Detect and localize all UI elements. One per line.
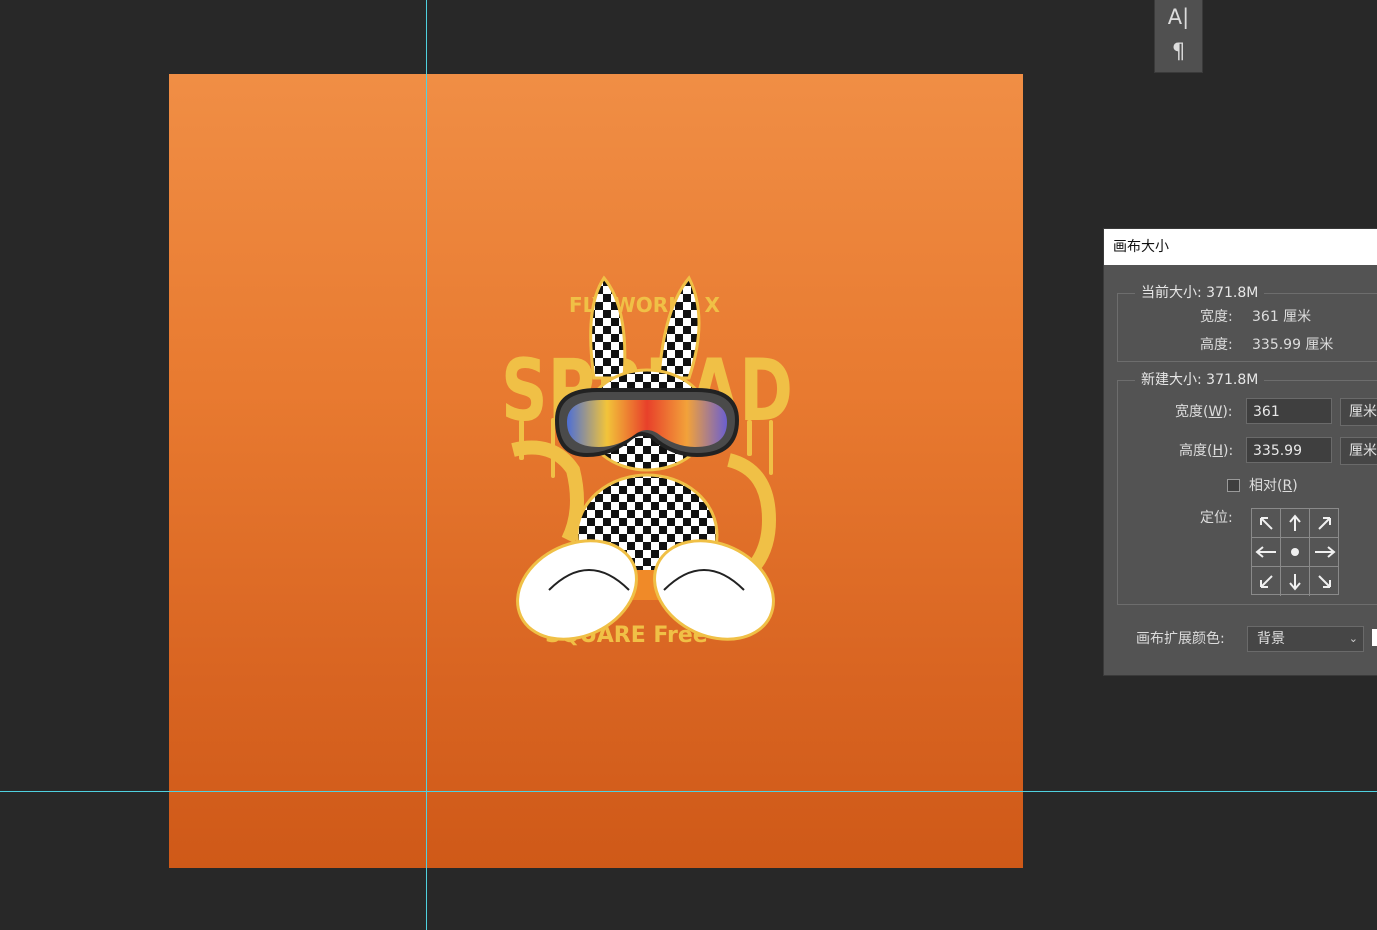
width-input[interactable]: 361 <box>1246 398 1332 424</box>
current-width-label: 宽度: <box>1200 309 1233 325</box>
arrow-down-right-icon <box>1317 574 1331 588</box>
horizontal-guide[interactable] <box>0 791 1377 792</box>
arrow-right-icon <box>1314 546 1336 558</box>
anchor-right[interactable] <box>1310 538 1339 567</box>
arrow-down-left-icon <box>1260 574 1273 588</box>
anchor-bottom[interactable] <box>1281 567 1310 596</box>
character-paragraph-panel: A| ¶ <box>1154 0 1203 73</box>
anchor-top[interactable] <box>1281 509 1310 538</box>
anchor-left[interactable] <box>1252 538 1281 567</box>
dialog-title[interactable]: 画布大小 <box>1104 229 1377 265</box>
anchor-bottom-right[interactable] <box>1310 567 1339 596</box>
arrow-down-icon <box>1289 573 1301 591</box>
canvas-size-dialog: 画布大小 当前大小: 371.8M 宽度: 361 厘米 高度: 335.99 … <box>1103 228 1377 676</box>
anchor-dot-icon <box>1291 548 1299 556</box>
current-height-label: 高度: <box>1200 337 1233 353</box>
paragraph-panel-icon[interactable]: ¶ <box>1155 34 1202 68</box>
width-unit-select[interactable]: 厘米 <box>1340 398 1377 426</box>
extension-color-swatch[interactable] <box>1372 629 1377 646</box>
extension-color-label: 画布扩展颜色: <box>1136 631 1225 647</box>
anchor-top-left[interactable] <box>1252 509 1281 538</box>
new-size-legend: 新建大小: 371.8M <box>1135 370 1265 390</box>
document-canvas[interactable]: FLY WORLD X SPREAD SQUARE Free <box>169 74 1023 868</box>
anchor-label: 定位: <box>1200 510 1233 526</box>
current-size-group: 当前大小: 371.8M 宽度: 361 厘米 高度: 335.99 厘米 <box>1117 283 1377 362</box>
height-unit-select[interactable]: 厘米 <box>1340 437 1377 465</box>
chevron-down-icon: ⌄ <box>1348 632 1358 645</box>
character-panel-icon[interactable]: A| <box>1155 0 1202 34</box>
anchor-top-right[interactable] <box>1310 509 1339 538</box>
new-height-label: 高度(H): <box>1179 443 1234 459</box>
height-input[interactable]: 335.99 <box>1246 437 1332 463</box>
anchor-bottom-left[interactable] <box>1252 567 1281 596</box>
extension-color-select[interactable]: 背景 ⌄ <box>1247 626 1364 652</box>
anchor-center[interactable] <box>1281 538 1310 567</box>
anchor-grid <box>1251 508 1339 596</box>
current-width-value: 361 厘米 <box>1252 309 1312 325</box>
relative-checkbox[interactable] <box>1227 479 1240 492</box>
current-size-legend: 当前大小: 371.8M <box>1135 283 1265 303</box>
current-height-value: 335.99 厘米 <box>1252 337 1334 353</box>
relative-label[interactable]: 相对(R) <box>1249 475 1298 495</box>
new-width-label: 宽度(W): <box>1175 404 1233 420</box>
extension-color-value: 背景 <box>1257 631 1285 647</box>
rabbit-artwork: FLY WORLD X SPREAD SQUARE Free <box>501 275 793 648</box>
arrow-up-icon <box>1289 514 1301 531</box>
arrow-left-icon <box>1255 546 1276 558</box>
arrow-up-right-icon <box>1317 517 1331 530</box>
arrow-up-left-icon <box>1260 517 1273 530</box>
